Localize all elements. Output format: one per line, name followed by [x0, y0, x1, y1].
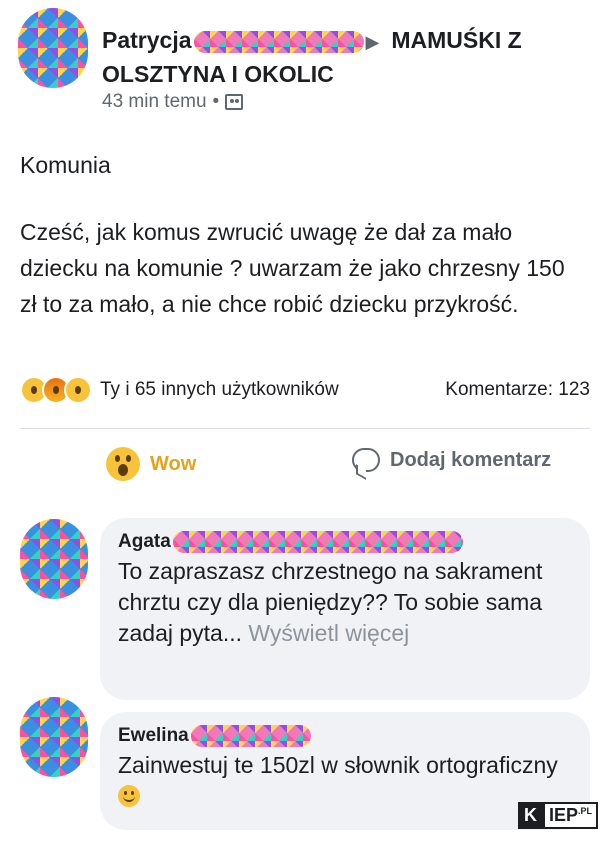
post-title: Komunia: [20, 152, 111, 178]
comments-count[interactable]: Komentarze: 123: [445, 379, 590, 401]
divider: [20, 428, 590, 429]
comment-text: To zapraszasz chrzestnego na sakrament c…: [118, 558, 543, 646]
see-more-link[interactable]: Wyświetl więcej: [248, 620, 409, 646]
reactions-summary[interactable]: Ty i 65 innych użytkowników: [20, 376, 339, 404]
wow-label: Wow: [150, 452, 197, 475]
redacted-name: [190, 724, 311, 747]
comment-bubble: Agata To zapraszasz chrzestnego na sakra…: [100, 518, 590, 700]
wow-reaction-button[interactable]: Wow: [106, 447, 196, 481]
post-timestamp[interactable]: 43 min temu: [102, 91, 207, 113]
watermark-k: K: [517, 802, 543, 829]
post-author-name[interactable]: Patrycja: [102, 27, 192, 53]
redacted-name: [193, 30, 364, 53]
add-comment-button[interactable]: Dodaj komentarz: [352, 448, 551, 472]
wow-reaction-icon: [64, 376, 92, 404]
smile-emoji-icon: [118, 785, 140, 807]
comment-text: Zainwestuj te 150zl w słownik ortografic…: [118, 750, 572, 812]
comment-author[interactable]: Ewelina: [118, 722, 572, 750]
comment-bubble-icon: [352, 448, 380, 472]
commenter-avatar[interactable]: [20, 697, 88, 777]
add-comment-label: Dodaj komentarz: [390, 448, 552, 471]
watermark-text: IEP.PL: [542, 802, 598, 829]
commenter-avatar[interactable]: [20, 519, 88, 599]
meta-separator: •: [212, 91, 220, 112]
comment-bubble: Ewelina Zainwestuj te 150zl w słownik or…: [100, 712, 590, 830]
arrow-right-icon: ▶: [365, 31, 380, 52]
post-author-avatar[interactable]: [18, 8, 88, 88]
redacted-name: [172, 530, 463, 553]
comment-author[interactable]: Agata: [118, 528, 572, 556]
site-watermark: K IEP.PL: [517, 802, 598, 829]
reactions-text[interactable]: Ty i 65 innych użytkowników: [100, 379, 339, 401]
group-privacy-icon: [225, 94, 244, 110]
post-header: Patrycja ▶ MAMUŚKI Z OLSZTYNA I OKOLIC: [102, 24, 592, 90]
wow-icon: [106, 447, 140, 481]
post-body: Cześć, jak komus zwrucić uwagę że dał za…: [20, 219, 565, 317]
post-meta: 43 min temu •: [102, 91, 244, 113]
